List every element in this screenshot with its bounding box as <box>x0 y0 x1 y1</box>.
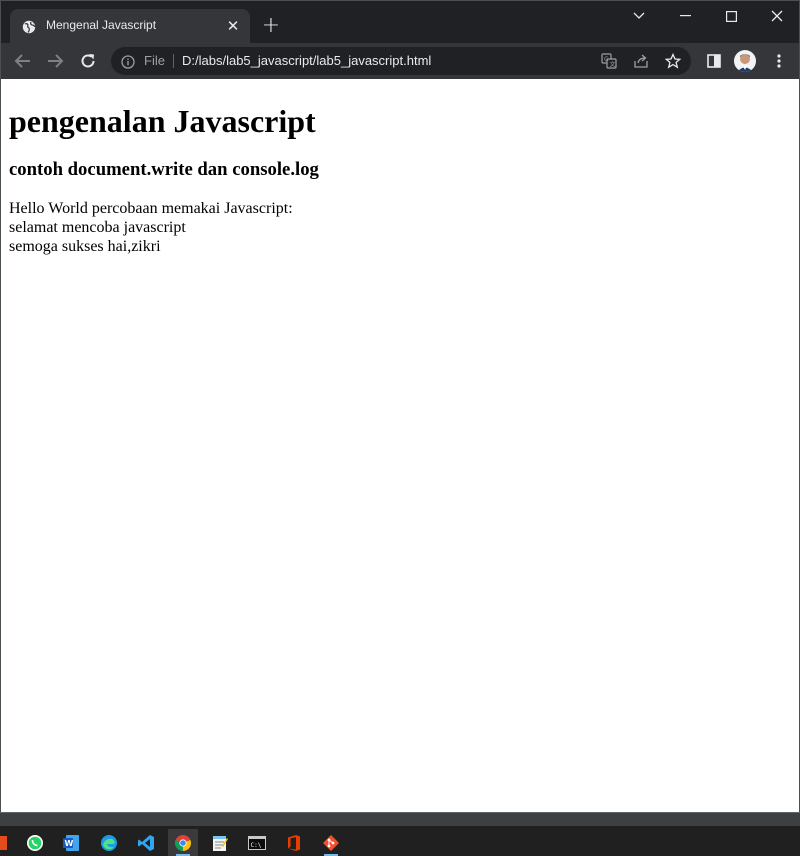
maximize-button[interactable] <box>708 1 754 31</box>
globe-icon <box>22 19 36 34</box>
taskbar-terminal-app[interactable]: C:\ <box>242 829 272 856</box>
taskbar: W C:\ <box>0 826 800 856</box>
browser-window: Mengenal Javascript ✕ + File D:/labs/lab… <box>0 0 800 826</box>
taskbar-office-app[interactable] <box>0 829 16 856</box>
taskbar-chrome-app[interactable] <box>168 829 198 856</box>
window-bottom-strip <box>0 812 800 826</box>
page-heading: pengenalan Javascript <box>9 103 316 139</box>
title-bar: Mengenal Javascript ✕ + <box>1 1 799 43</box>
more-menu-icon[interactable] <box>770 52 788 70</box>
word-icon: W <box>63 834 79 851</box>
close-icon <box>771 10 783 22</box>
taskbar-word-app[interactable]: W <box>56 829 86 856</box>
forward-button[interactable] <box>43 49 67 73</box>
page-subheading: contoh document.write dan console.log <box>9 159 319 180</box>
minimize-icon <box>679 15 691 17</box>
address-separator <box>173 54 174 68</box>
browser-toolbar: File D:/labs/lab5_javascript/lab5_javasc… <box>1 43 799 79</box>
svg-text:C:\: C:\ <box>251 842 262 849</box>
body-line: Hello World percobaan memakai Javascript… <box>9 200 293 217</box>
share-icon[interactable] <box>632 52 650 70</box>
svg-text:G: G <box>604 56 609 63</box>
back-button[interactable] <box>11 49 35 73</box>
svg-text:W: W <box>65 839 74 848</box>
notepad-icon <box>213 835 228 851</box>
chrome-icon <box>175 834 191 851</box>
bookmark-star-icon[interactable] <box>664 52 682 70</box>
body-line: semoga sukses hai,zikri <box>9 238 161 255</box>
url-text[interactable]: D:/labs/lab5_javascript/lab5_javascript.… <box>182 53 431 68</box>
office365-icon <box>288 834 300 851</box>
side-panel-icon[interactable] <box>705 52 723 70</box>
tab-search-button[interactable] <box>616 1 662 31</box>
scheme-label: File <box>144 53 165 68</box>
arrow-left-icon <box>14 54 30 68</box>
taskbar-office365-app[interactable] <box>279 829 309 856</box>
taskbar-git-app[interactable] <box>316 829 346 856</box>
arrow-right-icon <box>48 54 64 68</box>
close-window-button[interactable] <box>754 1 800 31</box>
info-icon[interactable] <box>121 54 135 69</box>
maximize-icon <box>725 10 737 22</box>
reload-icon <box>81 54 95 68</box>
chevron-down-icon <box>633 12 645 19</box>
taskbar-vscode-app[interactable] <box>131 829 161 856</box>
office-icon <box>0 835 7 850</box>
minimize-button[interactable] <box>662 1 708 31</box>
profile-avatar[interactable] <box>734 50 756 72</box>
whatsapp-icon <box>27 834 43 851</box>
taskbar-whatsapp-app[interactable] <box>20 829 50 856</box>
svg-text:文: 文 <box>610 60 616 68</box>
vscode-icon <box>138 834 154 851</box>
terminal-icon: C:\ <box>248 835 266 850</box>
address-bar[interactable]: File D:/labs/lab5_javascript/lab5_javasc… <box>111 47 691 75</box>
taskbar-edge-app[interactable] <box>94 829 124 856</box>
git-icon <box>323 834 339 851</box>
browser-tab[interactable]: Mengenal Javascript ✕ <box>10 9 250 43</box>
tab-title: Mengenal Javascript <box>46 18 157 32</box>
body-line: selamat mencoba javascript <box>9 219 186 236</box>
translate-icon[interactable]: G文 <box>600 52 618 70</box>
page-body: Hello World percobaan memakai Javascript… <box>9 199 791 256</box>
page-content: pengenalan Javascript contoh document.wr… <box>1 79 799 813</box>
new-tab-button[interactable]: + <box>261 15 281 37</box>
taskbar-notepad-app[interactable] <box>205 829 235 856</box>
tab-close-icon[interactable]: ✕ <box>225 18 241 34</box>
reload-button[interactable] <box>76 49 100 73</box>
edge-icon <box>101 834 117 851</box>
